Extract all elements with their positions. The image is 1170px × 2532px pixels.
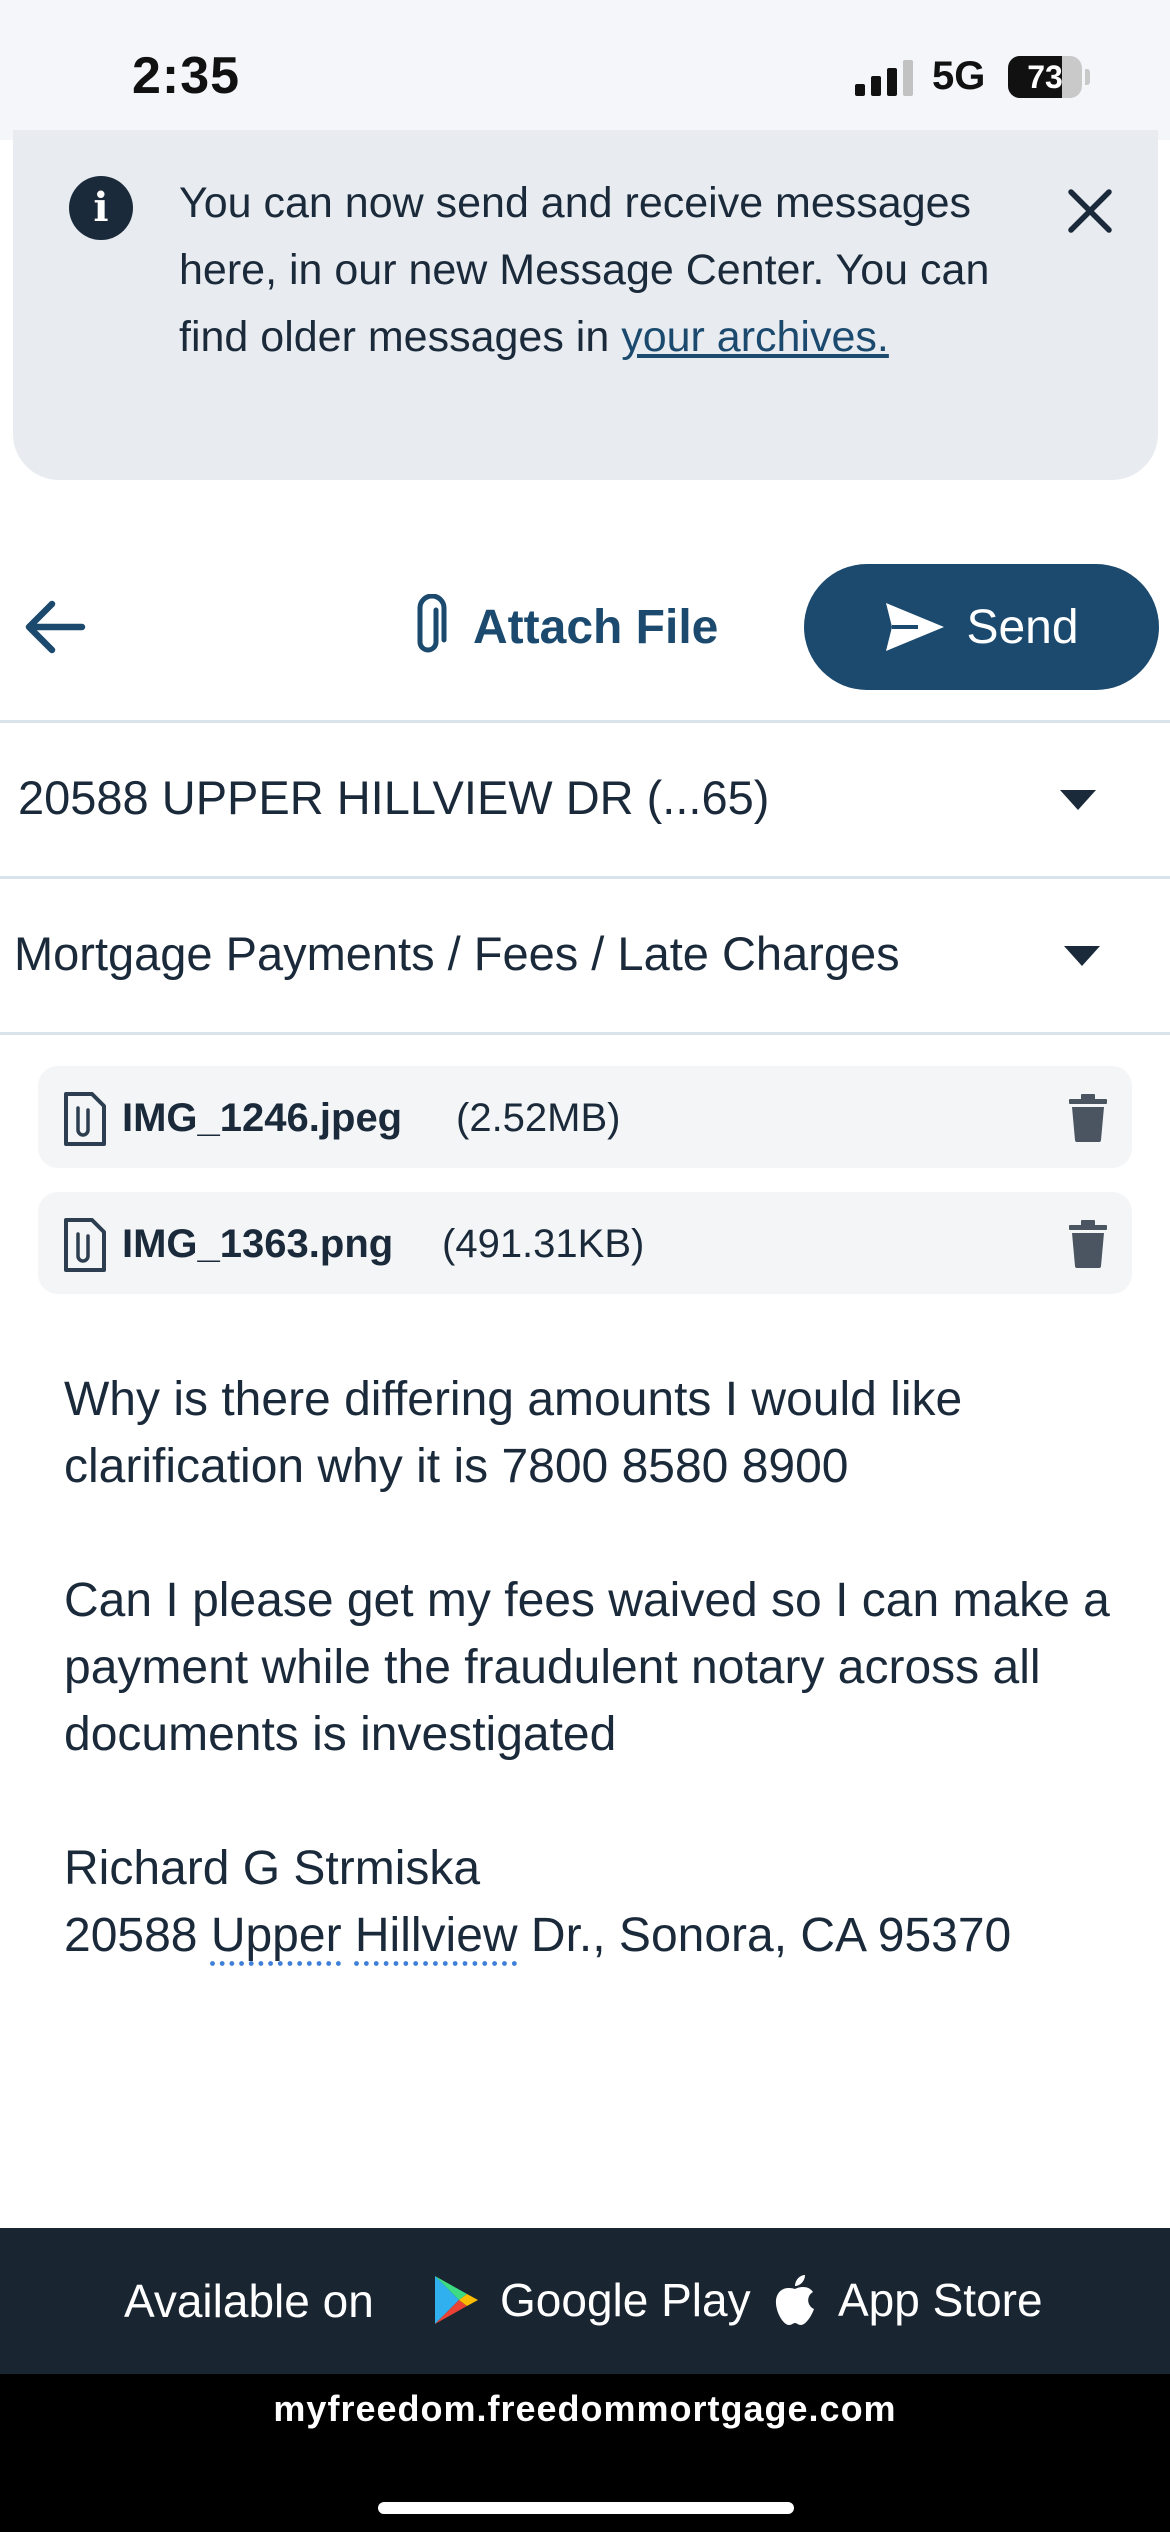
- attach-file-button[interactable]: Attach File: [405, 592, 718, 662]
- attachment-file-icon: [64, 1092, 106, 1146]
- divider: [0, 876, 1170, 879]
- google-play-link[interactable]: Google Play: [432, 2268, 751, 2332]
- spellcheck-word: Hillview: [354, 1909, 518, 1962]
- browser-url-bar: myfreedom.freedommortgage.com: [0, 2374, 1170, 2532]
- google-play-label: Google Play: [500, 2274, 751, 2326]
- divider: [0, 720, 1170, 723]
- trash-icon[interactable]: [1068, 1220, 1108, 1268]
- archives-link[interactable]: your archives.: [621, 313, 889, 361]
- paperclip-icon: [417, 594, 447, 653]
- info-banner: i You can now send and receive messages …: [13, 130, 1158, 480]
- attachment-file-icon: [64, 1218, 106, 1272]
- divider: [0, 1032, 1170, 1035]
- app-store-link[interactable]: App Store: [772, 2268, 1043, 2332]
- spellcheck-word: Upper: [210, 1909, 342, 1962]
- google-play-icon: [435, 2276, 478, 2324]
- trash-icon[interactable]: [1068, 1094, 1108, 1142]
- home-indicator[interactable]: [378, 2502, 794, 2514]
- send-label: Send: [966, 600, 1079, 654]
- attachment-item: IMG_1363.png (491.31KB): [38, 1192, 1132, 1294]
- property-select[interactable]: 20588 UPPER HILLVIEW DR (...65): [0, 724, 1170, 874]
- topic-select-value: Mortgage Payments / Fees / Late Charges: [14, 927, 900, 980]
- attachment-item: IMG_1246.jpeg (2.52MB): [38, 1066, 1132, 1168]
- send-icon: [886, 603, 945, 651]
- property-select-value: 20588 UPPER HILLVIEW DR (...65): [18, 771, 770, 824]
- attach-file-label: Attach File: [473, 600, 719, 654]
- signal-strength-icon: [855, 60, 913, 96]
- url-text[interactable]: myfreedom.freedommortgage.com: [0, 2388, 1170, 2430]
- message-body[interactable]: Why is there differing amounts I would l…: [64, 1366, 1124, 1969]
- message-paragraph: Can I please get my fees waived so I can…: [64, 1574, 1110, 1761]
- attachment-size: (491.31KB): [442, 1222, 645, 1266]
- available-on-label: Available on: [124, 2275, 374, 2327]
- caret-down-icon: [1060, 790, 1096, 810]
- status-bar: 2:35 5G 73: [0, 0, 1170, 140]
- attachment-name: IMG_1363.png: [122, 1222, 394, 1266]
- back-arrow-icon[interactable]: [20, 592, 90, 662]
- apple-icon: [775, 2275, 814, 2325]
- signature-name: Richard G Strmiska: [64, 1842, 481, 1895]
- signature-address: 20588 Upper Hillview Dr., Sonora, CA 953…: [64, 1909, 1012, 1962]
- battery-icon: 73: [1008, 56, 1090, 98]
- app-store-footer: Available on Google Play App Store: [0, 2228, 1170, 2374]
- page: 2:35 5G 73 i You can now send and receiv…: [0, 0, 1170, 2532]
- message-paragraph: Why is there differing amounts I would l…: [64, 1373, 963, 1493]
- banner-message: You can now send and receive messages he…: [179, 170, 1019, 371]
- info-icon: i: [69, 176, 133, 240]
- status-time: 2:35: [132, 47, 241, 105]
- message-signature: Richard G Strmiska 20588 Upper Hillview D…: [64, 1835, 1124, 1969]
- caret-down-icon: [1064, 946, 1100, 966]
- attachment-size: (2.52MB): [456, 1096, 621, 1140]
- send-button[interactable]: Send: [804, 564, 1159, 690]
- app-store-label: App Store: [838, 2274, 1043, 2326]
- network-label: 5G: [932, 54, 986, 98]
- attachment-name: IMG_1246.jpeg: [122, 1096, 403, 1140]
- topic-select[interactable]: Mortgage Payments / Fees / Late Charges: [0, 880, 1170, 1030]
- close-icon[interactable]: [1059, 180, 1121, 242]
- battery-percent: 73: [1027, 59, 1063, 95]
